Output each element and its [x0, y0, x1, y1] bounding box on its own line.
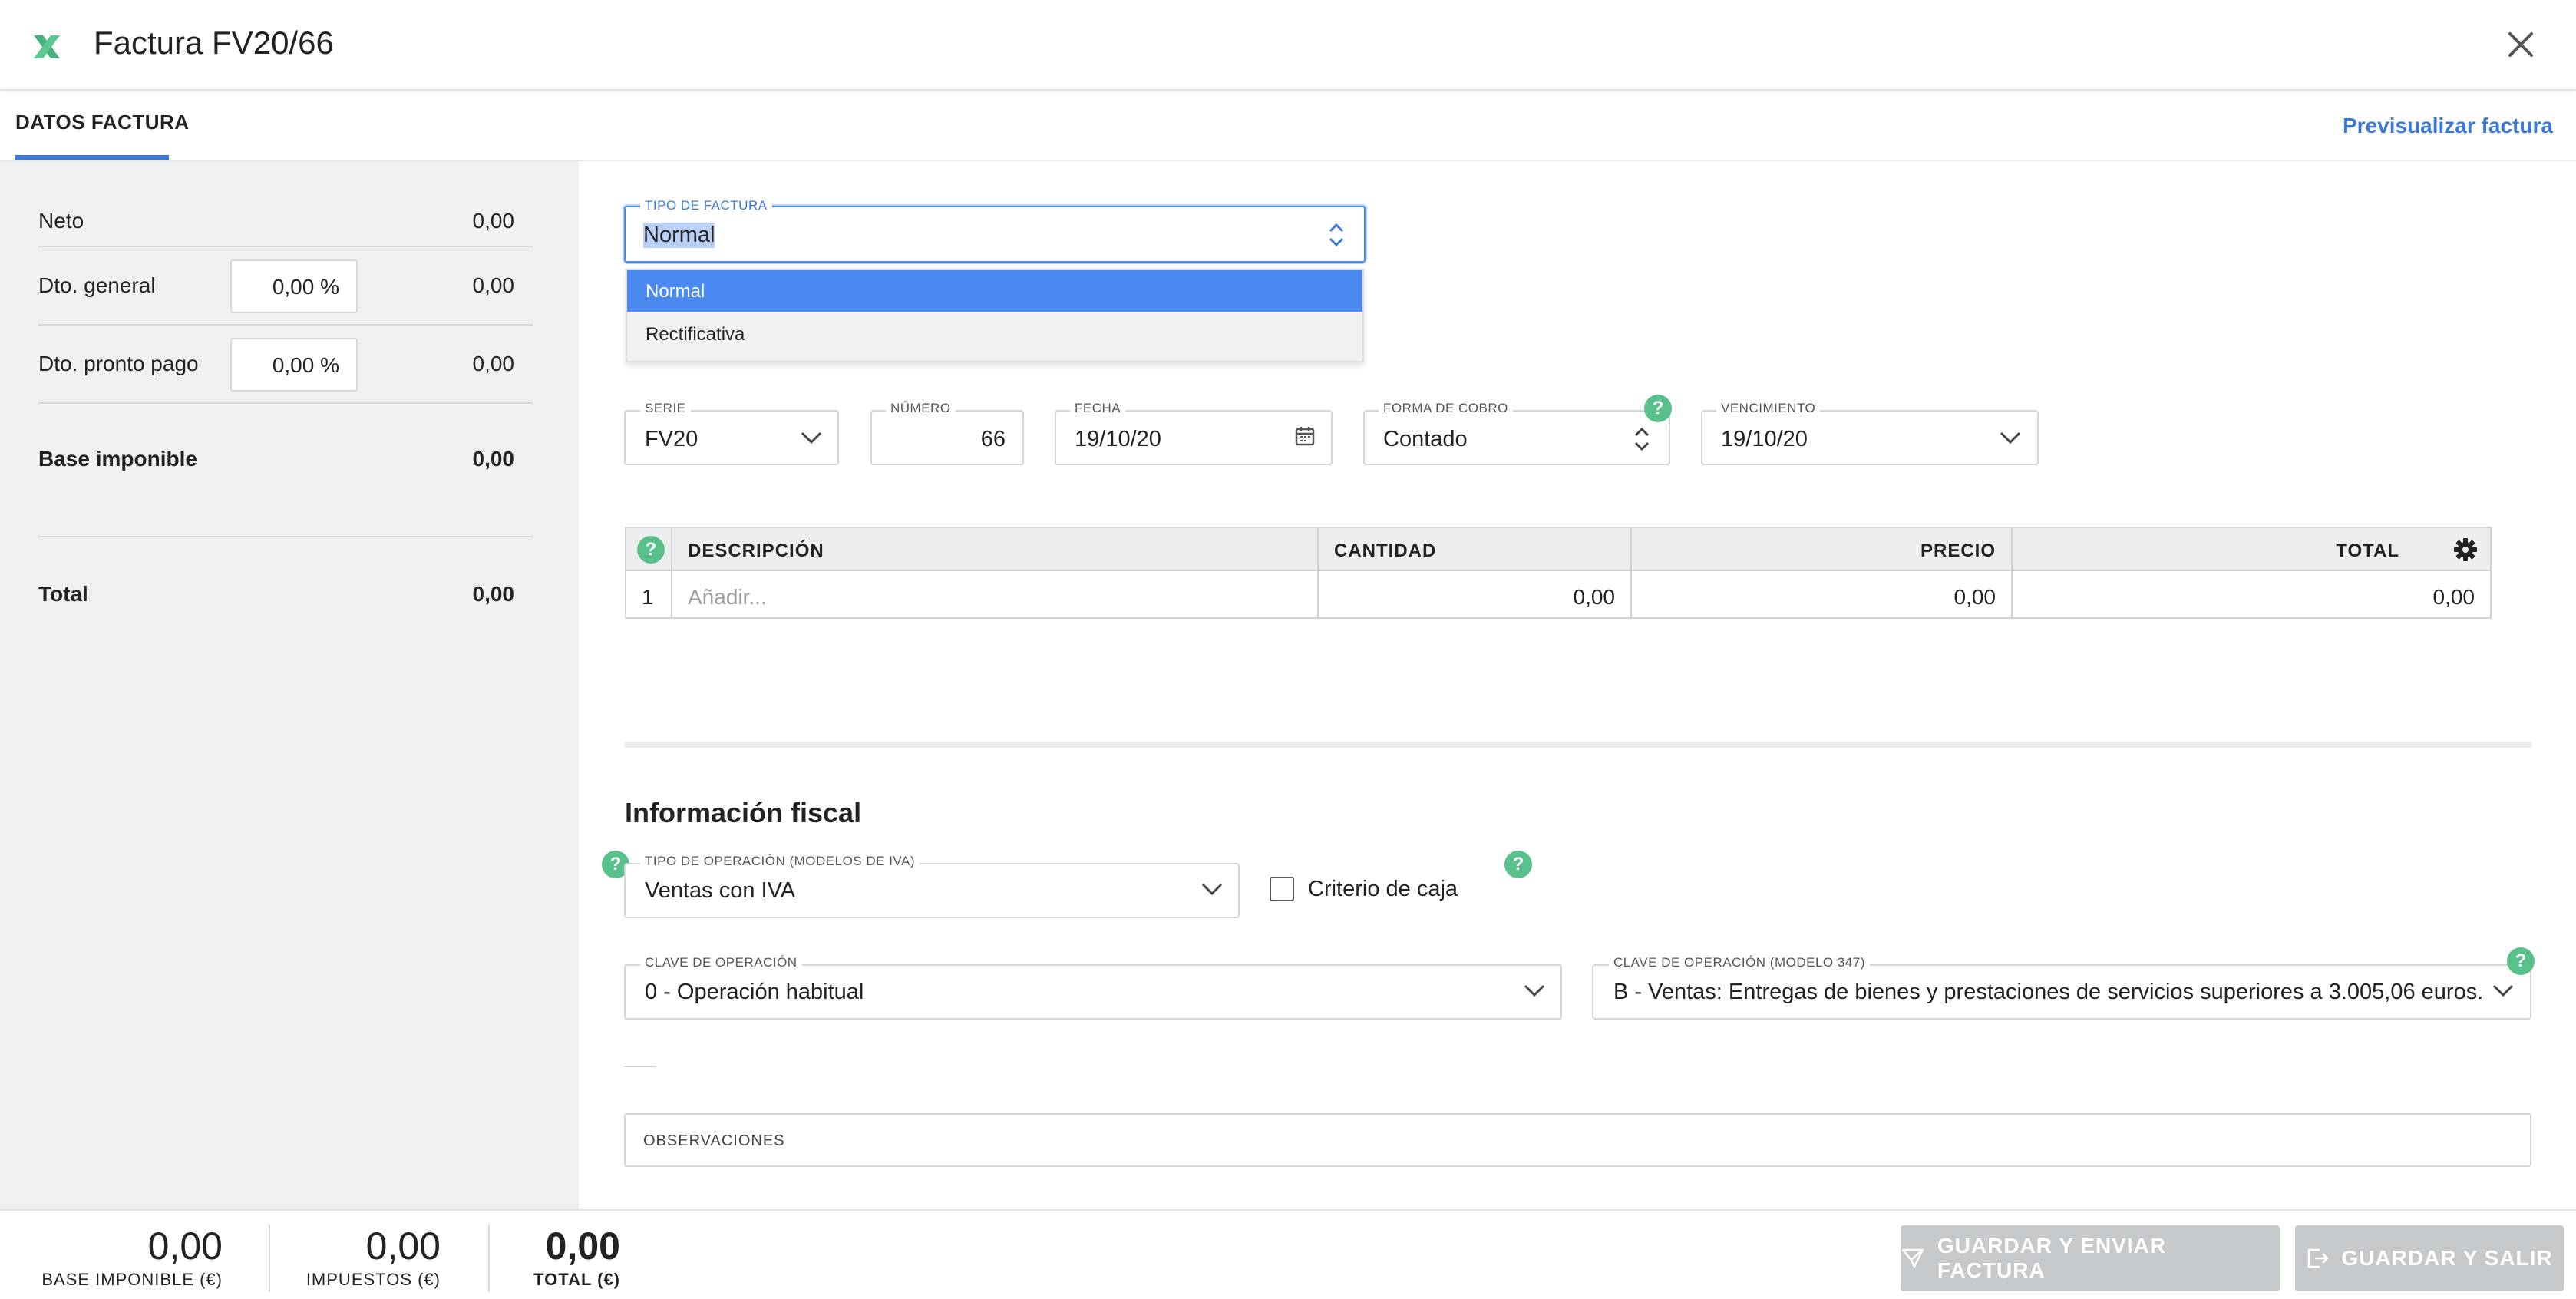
send-icon [1901, 1248, 1924, 1268]
invoice-type-select[interactable] [624, 206, 1366, 263]
add-line-input[interactable]: Añadir... [688, 585, 767, 610]
chevron-down-icon [1201, 883, 1223, 896]
column-header-precio: PRECIO [1920, 540, 1996, 561]
divider [38, 324, 533, 326]
observaciones-field[interactable] [624, 1113, 2531, 1167]
column-divider [671, 528, 672, 617]
save-exit-button[interactable]: GUARDAR Y SALIR [2295, 1225, 2564, 1291]
exit-icon [2308, 1248, 2329, 1268]
sort-arrows-icon [1634, 427, 1650, 451]
total-cell: 0,00 [2432, 585, 2475, 609]
clave-operacion-value: 0 - Operación habitual [645, 980, 864, 1004]
base-imponible-label: Base imponible [38, 447, 197, 471]
clave-347-value: B - Ventas: Entregas de bienes y prestac… [1613, 980, 2484, 1004]
vencimiento-value: 19/10/20 [1721, 427, 1808, 451]
forma-cobro-value: Contado [1383, 427, 1468, 451]
tipo-operacion-label: TIPO DE OPERACIÓN (MODELOS DE IVA) [640, 854, 920, 869]
precio-cell[interactable]: 0,00 [1630, 585, 1996, 610]
serie-value: FV20 [645, 427, 698, 451]
criterio-caja-label: Criterio de caja [1308, 877, 1458, 901]
column-header-descripcion: DESCRIPCIÓN [688, 540, 824, 561]
dto-pronto-label: Dto. pronto pago [38, 352, 199, 375]
section-divider [625, 742, 2531, 748]
help-icon[interactable]: ? [1504, 851, 1532, 878]
calendar-icon[interactable] [1294, 425, 1316, 447]
divider [38, 246, 533, 247]
forma-cobro-label: FORMA DE COBRO [1379, 401, 1513, 416]
help-icon[interactable]: ? [2507, 947, 2535, 975]
clave-operacion-label: CLAVE DE OPERACIÓN [640, 955, 802, 970]
dto-general-label: Dto. general [38, 273, 156, 297]
dto-pronto-input[interactable]: 0,00 % [230, 338, 358, 392]
save-send-button[interactable]: GUARDAR Y ENVIAR FACTURA [1901, 1225, 2280, 1291]
sort-arrows-icon [1329, 223, 1344, 247]
option-normal[interactable]: Normal [627, 270, 1362, 312]
close-icon[interactable] [2502, 26, 2539, 63]
clave-347-label: CLAVE DE OPERACIÓN (MODELO 347) [1609, 955, 1870, 970]
footer-base-label: BASE IMPONIBLE (€) [41, 1270, 223, 1289]
chevron-down-icon [2000, 431, 2021, 445]
help-icon[interactable]: ? [637, 536, 665, 564]
footer-total-label: TOTAL (€) [533, 1270, 620, 1289]
save-send-label: GUARDAR Y ENVIAR FACTURA [1937, 1234, 2167, 1282]
summary-panel [0, 161, 579, 1209]
divider [38, 402, 533, 404]
cantidad-cell[interactable]: 0,00 [1317, 585, 1616, 610]
dto-pronto-value: 0,00 [472, 352, 515, 375]
dto-general-input[interactable]: 0,00 % [230, 259, 358, 313]
footer-total-value: 0,00 [545, 1225, 620, 1268]
option-rectificativa[interactable]: Rectificativa [627, 313, 1362, 355]
gear-icon[interactable] [2453, 537, 2478, 562]
preview-invoice-link[interactable]: Previsualizar factura [2343, 114, 2553, 138]
save-exit-label: GUARDAR Y SALIR [2341, 1246, 2553, 1270]
serie-label: SERIE [640, 401, 691, 416]
footer-base-value: 0,00 [147, 1225, 223, 1268]
chevron-down-icon [1524, 984, 1545, 997]
page-title: Factura FV20/66 [94, 25, 334, 61]
column-header-cantidad: CANTIDAD [1334, 540, 1437, 561]
fecha-label: FECHA [1070, 401, 1126, 416]
criterio-caja-checkbox[interactable] [1270, 877, 1294, 901]
help-icon[interactable]: ? [1644, 395, 1672, 422]
chevron-down-icon [801, 431, 822, 445]
neto-label: Neto [38, 209, 84, 233]
neto-value: 0,00 [472, 209, 515, 233]
numero-label: NÚMERO [886, 401, 956, 416]
total-value: 0,00 [472, 582, 515, 606]
divider [38, 536, 533, 537]
observaciones-label: OBSERVACIONES [643, 1132, 785, 1149]
fecha-value: 19/10/20 [1075, 427, 1161, 451]
footer-impuestos-label: IMPUESTOS (€) [305, 1270, 441, 1289]
invoice-type-label: TIPO DE FACTURA [640, 198, 772, 213]
invoice-type-value: Normal [643, 223, 715, 248]
small-divider [624, 1066, 656, 1067]
app-logo-icon [34, 35, 60, 58]
fiscal-section-title: Información fiscal [625, 797, 862, 828]
tipo-operacion-value: Ventas con IVA [645, 878, 796, 903]
footer-impuestos-value: 0,00 [365, 1225, 441, 1268]
divider [269, 1225, 270, 1292]
total-label: Total [38, 582, 88, 606]
chevron-down-icon [2492, 984, 2514, 997]
dto-general-value: 0,00 [472, 273, 515, 297]
tab-datos-factura[interactable]: DATOS FACTURA [15, 111, 190, 134]
vencimiento-label: VENCIMIENTO [1716, 401, 1821, 416]
column-header-total: TOTAL [2336, 540, 2399, 561]
row-number: 1 [642, 585, 654, 609]
app-header [0, 0, 2576, 91]
base-imponible-value: 0,00 [472, 447, 515, 471]
divider [488, 1225, 490, 1292]
numero-value: 66 [980, 427, 1006, 451]
